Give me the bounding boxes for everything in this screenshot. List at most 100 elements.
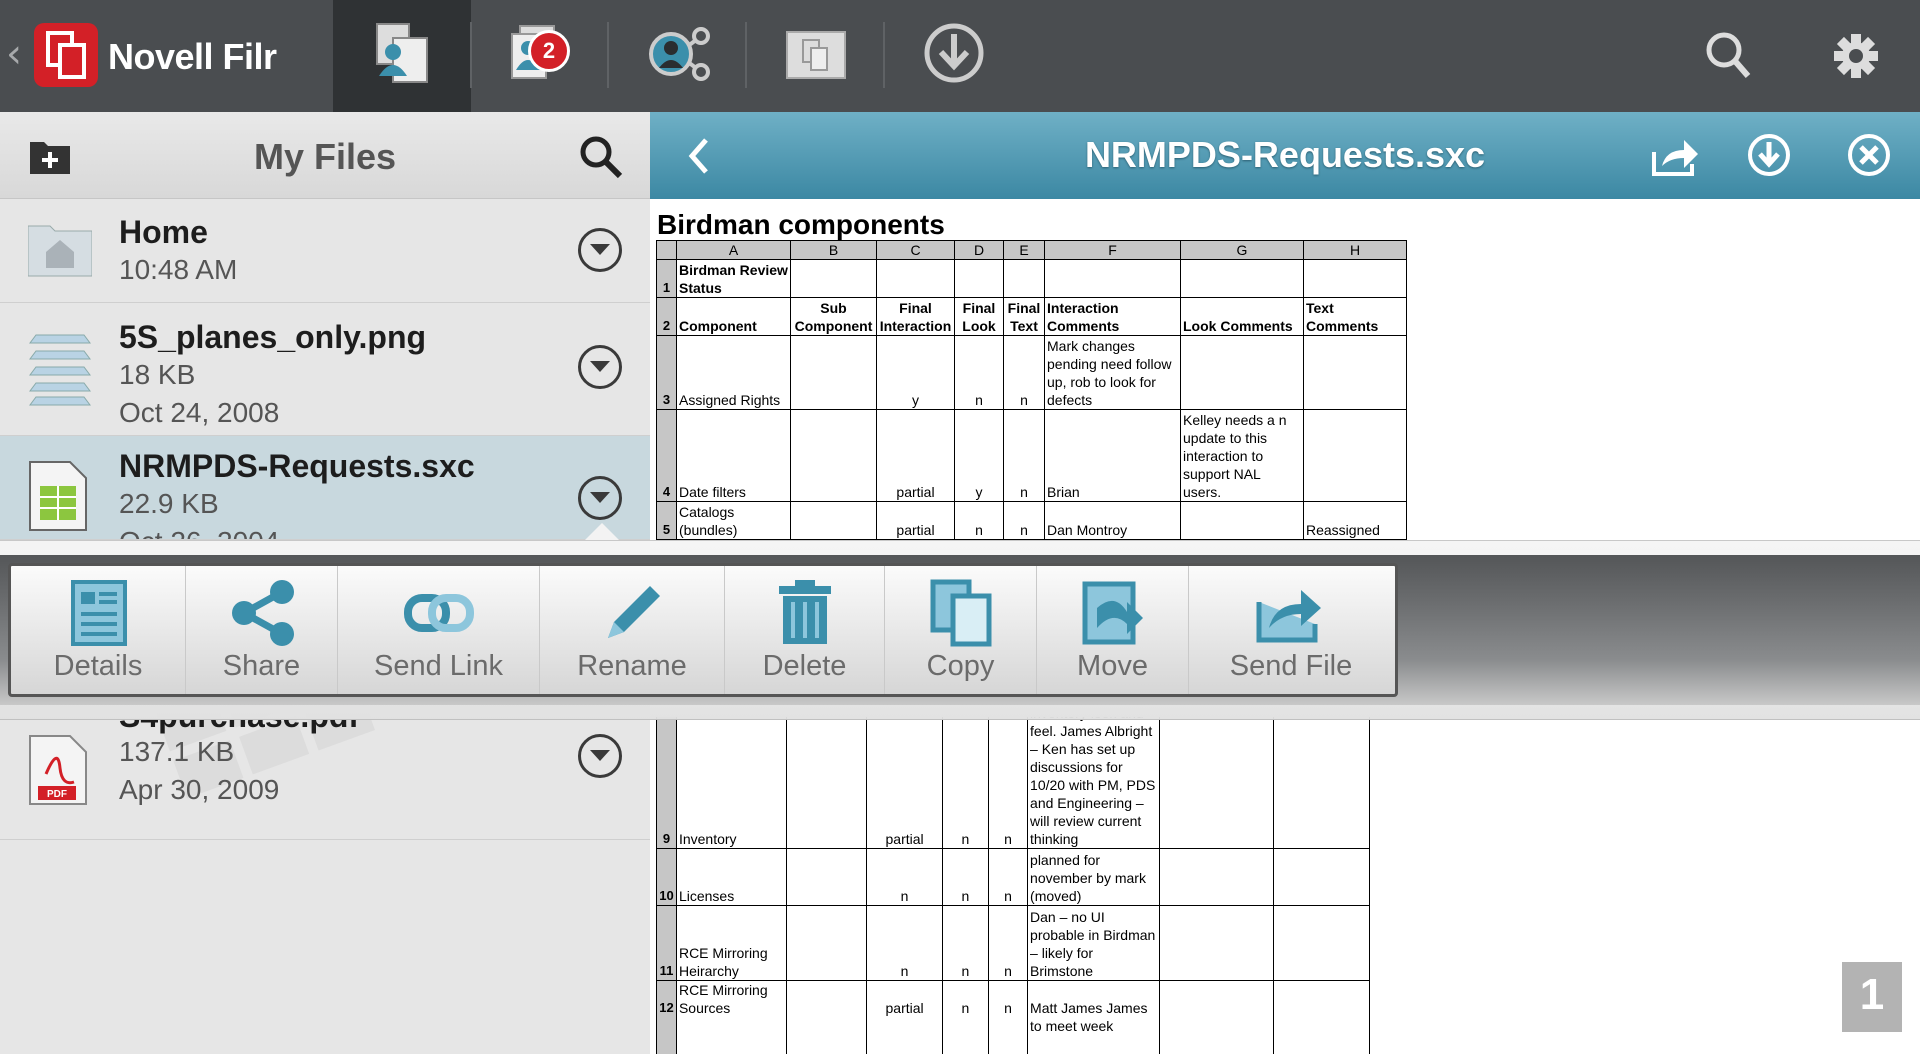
home-folder-icon xyxy=(28,225,92,277)
table-cell xyxy=(1180,501,1304,540)
file-action-bar: Details Share Send Link Rename Delete Co… xyxy=(0,540,1920,720)
search-files-icon[interactable] xyxy=(578,134,624,180)
table-cell: Mark changes pending need follow up, rob… xyxy=(1044,335,1181,410)
table-cell xyxy=(1273,717,1370,849)
table-row: 11 RCE Mirroring Heirarchy n n n Dan – n… xyxy=(656,905,1370,981)
table-cell xyxy=(790,335,877,410)
share-button[interactable]: Share xyxy=(186,566,338,694)
row-number: 12 xyxy=(656,980,677,1054)
send-file-button[interactable]: Send File xyxy=(1189,566,1393,694)
table-cell xyxy=(1273,980,1370,1054)
row-number: 9 xyxy=(656,717,677,849)
table-cell xyxy=(1158,905,1275,981)
send-file-icon xyxy=(1256,590,1321,643)
row-number: 4 xyxy=(656,409,677,502)
table-cell: partial xyxy=(876,409,955,502)
table-cell xyxy=(790,501,877,540)
document-title: NRMPDS-Requests.sxc xyxy=(1084,134,1486,175)
svg-text:PDF: PDF xyxy=(47,789,67,800)
details-label: Details xyxy=(53,650,143,682)
move-button[interactable]: Move xyxy=(1037,566,1189,694)
file-name: S4purchase.pdf xyxy=(119,720,359,735)
spreadsheet-top: A B C D E F G H 1 Birdman Review Status … xyxy=(656,240,1407,540)
file-size: 18 KB xyxy=(119,359,196,390)
popup-pointer xyxy=(585,523,619,540)
copy-button[interactable]: Copy xyxy=(885,566,1037,694)
gear-icon[interactable] xyxy=(1830,28,1882,84)
column-header: E xyxy=(1003,240,1045,260)
table-cell: Catalogs (bundles) xyxy=(676,501,791,540)
file-list-item[interactable]: PDF S4purchase.pdf 137.1 KB Apr 30, 2009 xyxy=(0,720,650,840)
table-cell: n xyxy=(1003,409,1045,502)
link-icon xyxy=(404,594,474,632)
send-link-button[interactable]: Send Link xyxy=(338,566,540,694)
table-cell: n xyxy=(941,980,990,1054)
tab-net-folders[interactable] xyxy=(747,0,885,112)
table-cell: Component xyxy=(676,297,791,336)
table-cell: Birdman Review Status xyxy=(676,259,791,298)
table-cell: RCE Mirroring Heirarchy xyxy=(675,905,788,981)
row-menu-button[interactable] xyxy=(578,345,622,389)
share-icon xyxy=(232,580,294,646)
tab-shared-by-me[interactable] xyxy=(609,0,747,112)
table-cell xyxy=(1158,980,1275,1054)
table-cell: Dan Montroy xyxy=(1044,501,1181,540)
file-size: 22.9 KB xyxy=(119,488,219,519)
send-link-label: Send Link xyxy=(374,650,503,682)
tab-my-files[interactable] xyxy=(333,0,471,112)
close-icon[interactable] xyxy=(1846,132,1892,178)
row-menu-button[interactable] xyxy=(578,476,622,520)
file-name: NRMPDS-Requests.sxc xyxy=(119,448,475,484)
file-timestamp: 10:48 AM xyxy=(119,254,238,285)
table-cell: Kelley needs a n update to this interact… xyxy=(1180,409,1304,502)
table-cell: n xyxy=(954,335,1004,410)
row-number: 11 xyxy=(656,905,677,981)
pencil-icon xyxy=(608,586,660,638)
download-icon[interactable] xyxy=(1746,132,1792,178)
table-cell: partial xyxy=(866,717,943,849)
delete-label: Delete xyxy=(762,650,847,682)
page-title: My Files xyxy=(253,136,397,177)
table-cell xyxy=(786,980,868,1054)
file-list-item-selected[interactable]: NRMPDS-Requests.sxc 22.9 KB Oct 26, 2004 xyxy=(0,436,650,540)
table-cell: Reassigned xyxy=(1303,501,1407,540)
copy-icon xyxy=(930,579,992,647)
file-date: Oct 26, 2004 xyxy=(119,526,279,539)
table-cell xyxy=(1273,848,1370,906)
column-header: F xyxy=(1044,240,1181,260)
search-icon[interactable] xyxy=(1704,28,1754,84)
move-label: Move xyxy=(1077,650,1148,682)
table-cell: Matt James James to meet week xyxy=(1027,980,1160,1054)
table-cell: n xyxy=(866,905,943,981)
action-tray: Details Share Send Link Rename Delete Co… xyxy=(8,563,1398,697)
rename-label: Rename xyxy=(577,650,687,682)
share-out-icon[interactable] xyxy=(1650,134,1700,178)
back-chevron-icon[interactable]: ‹ xyxy=(6,34,22,74)
table-cell: Look Comments xyxy=(1180,297,1304,336)
table-row: 10 Licenses n n n planned for november b… xyxy=(656,848,1370,906)
row-menu-button[interactable] xyxy=(578,228,622,272)
table-row: 3 Assigned Rights y n n Mark changes pen… xyxy=(656,335,1407,410)
table-row: 9 Inventory partial n n inventory look a… xyxy=(656,717,1370,849)
table-cell xyxy=(786,905,868,981)
table-cell: Brian xyxy=(1044,409,1181,502)
table-cell: Dan – no UI probable in Birdman – likely… xyxy=(1027,905,1160,981)
column-header: C xyxy=(876,240,955,260)
table-cell: inventory look and feel. James Albright … xyxy=(1027,717,1160,849)
spreadsheet-bottom-clip: 9 Inventory partial n n inventory look a… xyxy=(650,717,1370,1054)
spreadsheet-bottom: 9 Inventory partial n n inventory look a… xyxy=(656,717,1370,1054)
copy-label: Copy xyxy=(926,650,995,682)
my-files-icon xyxy=(376,23,428,83)
details-button[interactable]: Details xyxy=(11,566,186,694)
file-list-item[interactable]: 5S_planes_only.png 18 KB Oct 24, 2008 xyxy=(0,303,650,436)
delete-button[interactable]: Delete xyxy=(725,566,885,694)
file-list-item[interactable]: Home 10:48 AM xyxy=(0,200,650,303)
rename-button[interactable]: Rename xyxy=(540,566,725,694)
table-cell: n xyxy=(988,905,1029,981)
table-cell: y xyxy=(954,409,1004,502)
table-cell: n xyxy=(1003,335,1045,410)
row-menu-button[interactable] xyxy=(578,734,622,778)
table-cell: n xyxy=(866,848,943,906)
table-cell: Sub Component xyxy=(790,297,877,336)
tab-downloads[interactable] xyxy=(885,0,1023,112)
